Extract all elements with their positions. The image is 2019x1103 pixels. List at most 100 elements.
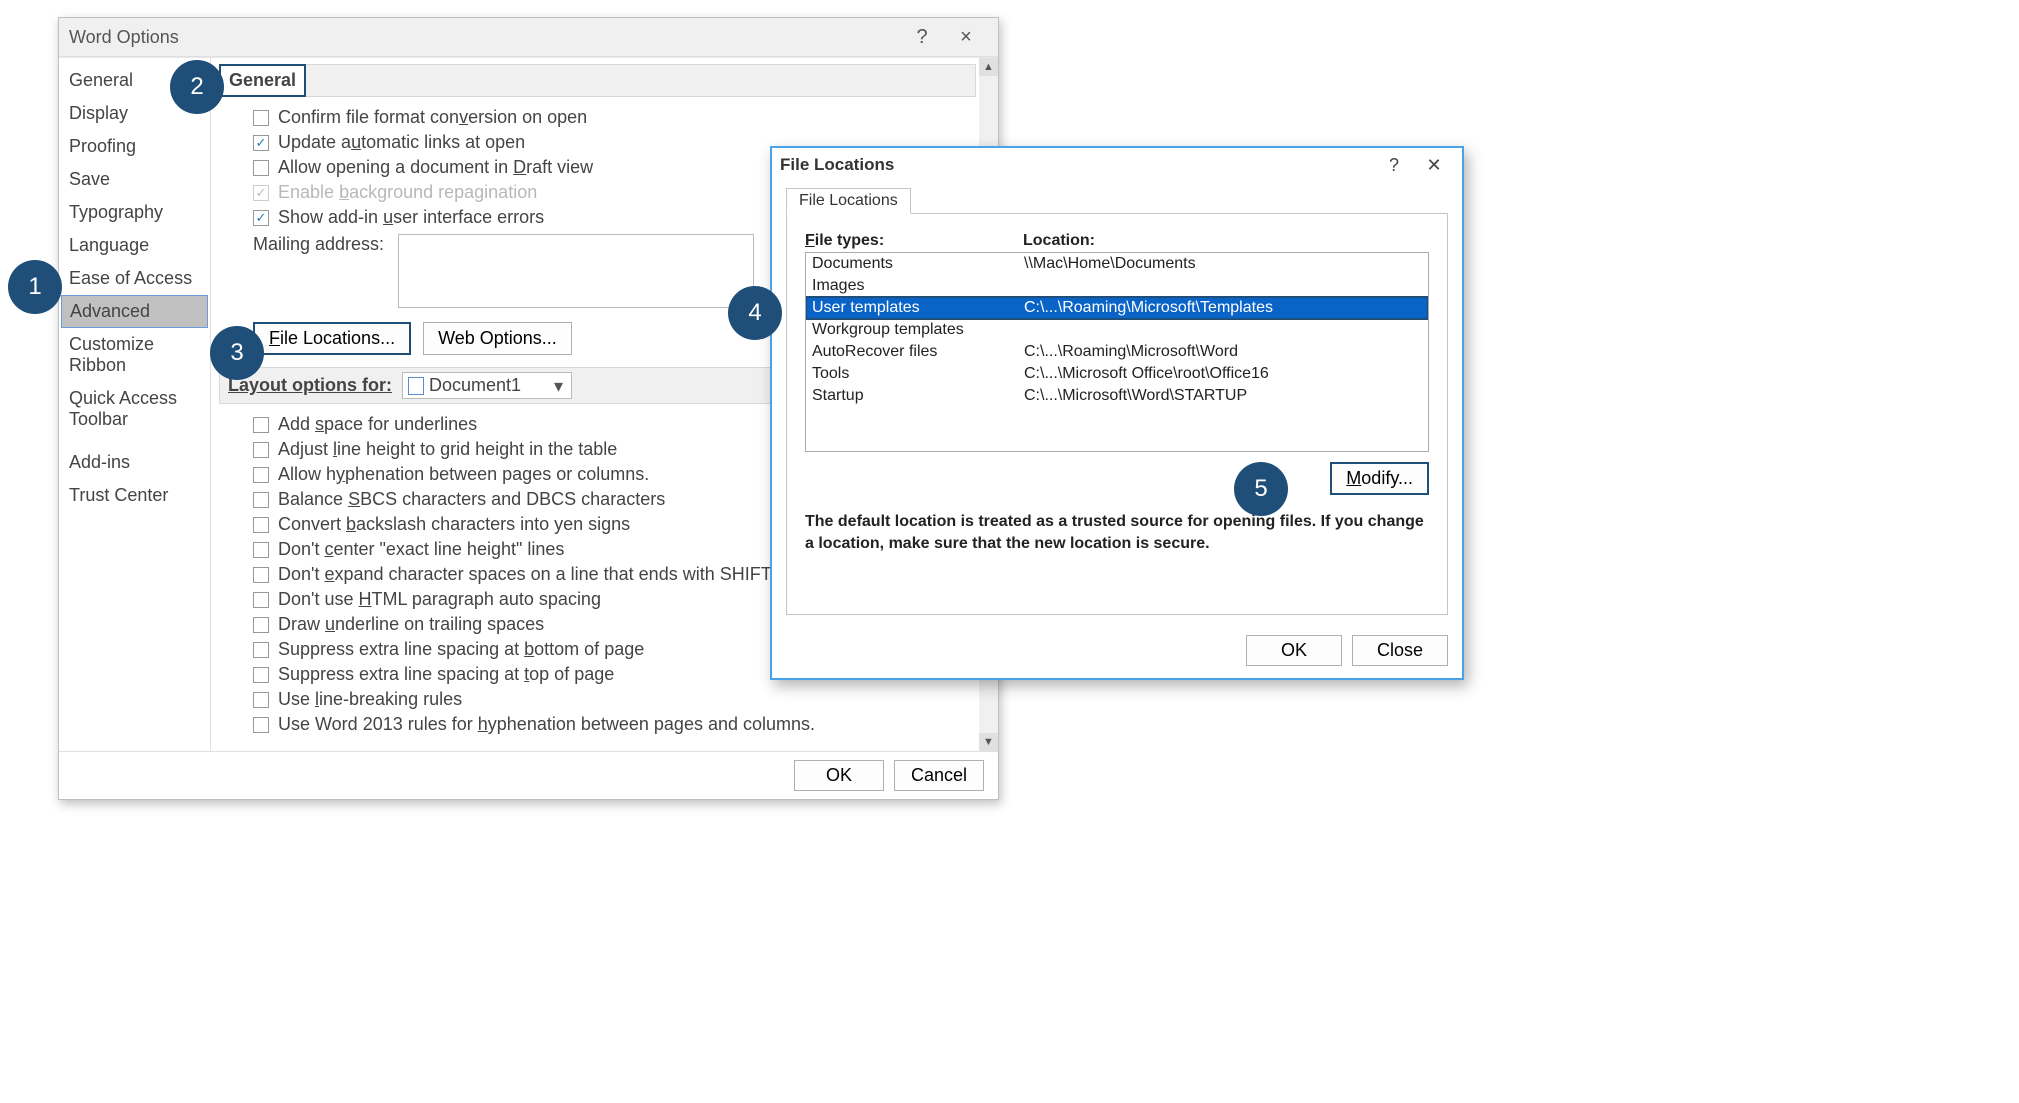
file-locations-dialog: File Locations ? ✕ File Locations File t…: [770, 146, 1464, 680]
checkbox-label: Balance SBCS characters and DBCS charact…: [278, 489, 665, 510]
location-cell: C:\...\Microsoft Office\root\Office16: [1024, 363, 1269, 385]
help-button[interactable]: ?: [900, 26, 944, 49]
sidebar-item-save[interactable]: Save: [59, 163, 210, 196]
layout-document-select[interactable]: Document1: [402, 372, 572, 399]
sidebar-item-language[interactable]: Language: [59, 229, 210, 262]
callout-3: 3: [210, 326, 264, 380]
checkbox-icon: [253, 542, 269, 558]
checkbox-label: Adjust line height to grid height in the…: [278, 439, 617, 460]
callout-1: 1: [8, 260, 62, 314]
callout-2: 2: [170, 60, 224, 114]
checkbox-icon: [253, 692, 269, 708]
options-sidebar: General Display Proofing Save Typography…: [59, 58, 211, 751]
checkbox-icon: [253, 110, 269, 126]
checkbox-label: Draw underline on trailing spaces: [278, 614, 544, 635]
file-locations-titlebar: File Locations ? ✕: [772, 148, 1462, 182]
file-locations-note: The default location is treated as a tru…: [805, 511, 1429, 554]
checkbox-icon: [253, 667, 269, 683]
location-cell: \\Mac\Home\Documents: [1024, 253, 1196, 275]
checkbox-icon: [253, 185, 269, 201]
checkbox-label: Enable background repagination: [278, 182, 537, 203]
checkbox-label: Add space for underlines: [278, 414, 477, 435]
help-button[interactable]: ?: [1374, 155, 1414, 176]
mailing-address-input[interactable]: [398, 234, 754, 308]
file-location-row[interactable]: Documents\\Mac\Home\Documents: [806, 253, 1428, 275]
sidebar-item-ease[interactable]: Ease of Access: [59, 262, 210, 295]
sidebar-item-trust[interactable]: Trust Center: [59, 479, 210, 512]
checkbox-label: Don't center "exact line height" lines: [278, 539, 564, 560]
checkbox-label: Suppress extra line spacing at top of pa…: [278, 664, 614, 685]
file-type-cell: Workgroup templates: [812, 319, 1024, 341]
file-location-row[interactable]: Images: [806, 275, 1428, 297]
checkbox-icon: [253, 717, 269, 733]
file-locations-title: File Locations: [780, 155, 1374, 175]
file-locations-list[interactable]: Documents\\Mac\Home\DocumentsImagesUser …: [805, 252, 1429, 452]
section-header-general: General: [219, 64, 306, 97]
column-file-types: File types:: [805, 232, 1023, 250]
file-type-cell: AutoRecover files: [812, 341, 1024, 363]
file-location-row[interactable]: ToolsC:\...\Microsoft Office\root\Office…: [806, 363, 1428, 385]
checkbox-label: Allow hyphenation between pages or colum…: [278, 464, 649, 485]
close-button[interactable]: ×: [944, 26, 988, 49]
checkbox-confirm-open[interactable]: Confirm file format conversion on open: [219, 105, 976, 130]
checkbox-icon: [253, 592, 269, 608]
file-type-cell: User templates: [812, 297, 1024, 319]
file-type-cell: Documents: [812, 253, 1024, 275]
checkbox-label: Use Word 2013 rules for hyphenation betw…: [278, 714, 815, 735]
checkbox-icon: [253, 417, 269, 433]
checkbox-icon: [253, 467, 269, 483]
layout-option-12[interactable]: Use Word 2013 rules for hyphenation betw…: [219, 712, 976, 737]
checkbox-label: Use line-breaking rules: [278, 689, 462, 710]
checkbox-label: Allow opening a document in Draft view: [278, 157, 593, 178]
sidebar-item-qat[interactable]: Quick Access Toolbar: [59, 382, 210, 436]
checkbox-icon: [253, 160, 269, 176]
sidebar-item-addins[interactable]: Add-ins: [59, 446, 210, 479]
file-type-cell: Tools: [812, 363, 1024, 385]
sidebar-item-typography[interactable]: Typography: [59, 196, 210, 229]
checkbox-icon: [253, 135, 269, 151]
file-location-row[interactable]: Workgroup templates: [806, 319, 1428, 341]
file-location-row[interactable]: StartupC:\...\Microsoft\Word\STARTUP: [806, 385, 1428, 407]
checkbox-icon: [253, 442, 269, 458]
location-cell: C:\...\Microsoft\Word\STARTUP: [1024, 385, 1247, 407]
file-type-cell: Images: [812, 275, 1024, 297]
checkbox-label: Show add-in user interface errors: [278, 207, 544, 228]
location-cell: C:\...\Roaming\Microsoft\Word: [1024, 341, 1238, 363]
ok-button[interactable]: OK: [794, 760, 884, 791]
file-locations-tab[interactable]: File Locations: [786, 188, 911, 214]
word-options-title: Word Options: [69, 27, 900, 48]
checkbox-icon: [253, 567, 269, 583]
checkbox-icon: [253, 642, 269, 658]
close-button[interactable]: ✕: [1414, 155, 1454, 176]
sidebar-item-proofing[interactable]: Proofing: [59, 130, 210, 163]
fl-ok-button[interactable]: OK: [1246, 635, 1342, 666]
web-options-button[interactable]: Web Options...: [423, 322, 572, 355]
scroll-up-icon[interactable]: ▲: [979, 58, 998, 76]
callout-4: 4: [728, 286, 782, 340]
location-cell: C:\...\Roaming\Microsoft\Templates: [1024, 297, 1273, 319]
checkbox-icon: [253, 617, 269, 633]
file-locations-button[interactable]: File Locations...: [253, 322, 411, 355]
checkbox-label: Don't use HTML paragraph auto spacing: [278, 589, 601, 610]
cancel-button[interactable]: Cancel: [894, 760, 984, 791]
scroll-down-icon[interactable]: ▼: [979, 733, 998, 751]
file-location-row[interactable]: User templatesC:\...\Roaming\Microsoft\T…: [806, 297, 1428, 319]
sidebar-item-advanced[interactable]: Advanced: [61, 295, 208, 328]
layout-options-label: Layout options for:: [228, 375, 392, 396]
fl-close-button[interactable]: Close: [1352, 635, 1448, 666]
checkbox-icon: [253, 517, 269, 533]
callout-5: 5: [1234, 462, 1288, 516]
checkbox-label: Suppress extra line spacing at bottom of…: [278, 639, 644, 660]
file-location-row[interactable]: AutoRecover filesC:\...\Roaming\Microsof…: [806, 341, 1428, 363]
checkbox-icon: [253, 210, 269, 226]
layout-option-11[interactable]: Use line-breaking rules: [219, 687, 976, 712]
checkbox-label: Convert backslash characters into yen si…: [278, 514, 630, 535]
file-type-cell: Startup: [812, 385, 1024, 407]
sidebar-item-ribbon[interactable]: Customize Ribbon: [59, 328, 210, 382]
word-options-titlebar: Word Options ? ×: [59, 18, 998, 57]
column-location: Location:: [1023, 232, 1095, 250]
checkbox-label: Update automatic links at open: [278, 132, 525, 153]
mailing-address-label: Mailing address:: [253, 234, 384, 308]
modify-button[interactable]: Modify...: [1330, 462, 1429, 495]
checkbox-label: Confirm file format conversion on open: [278, 107, 587, 128]
